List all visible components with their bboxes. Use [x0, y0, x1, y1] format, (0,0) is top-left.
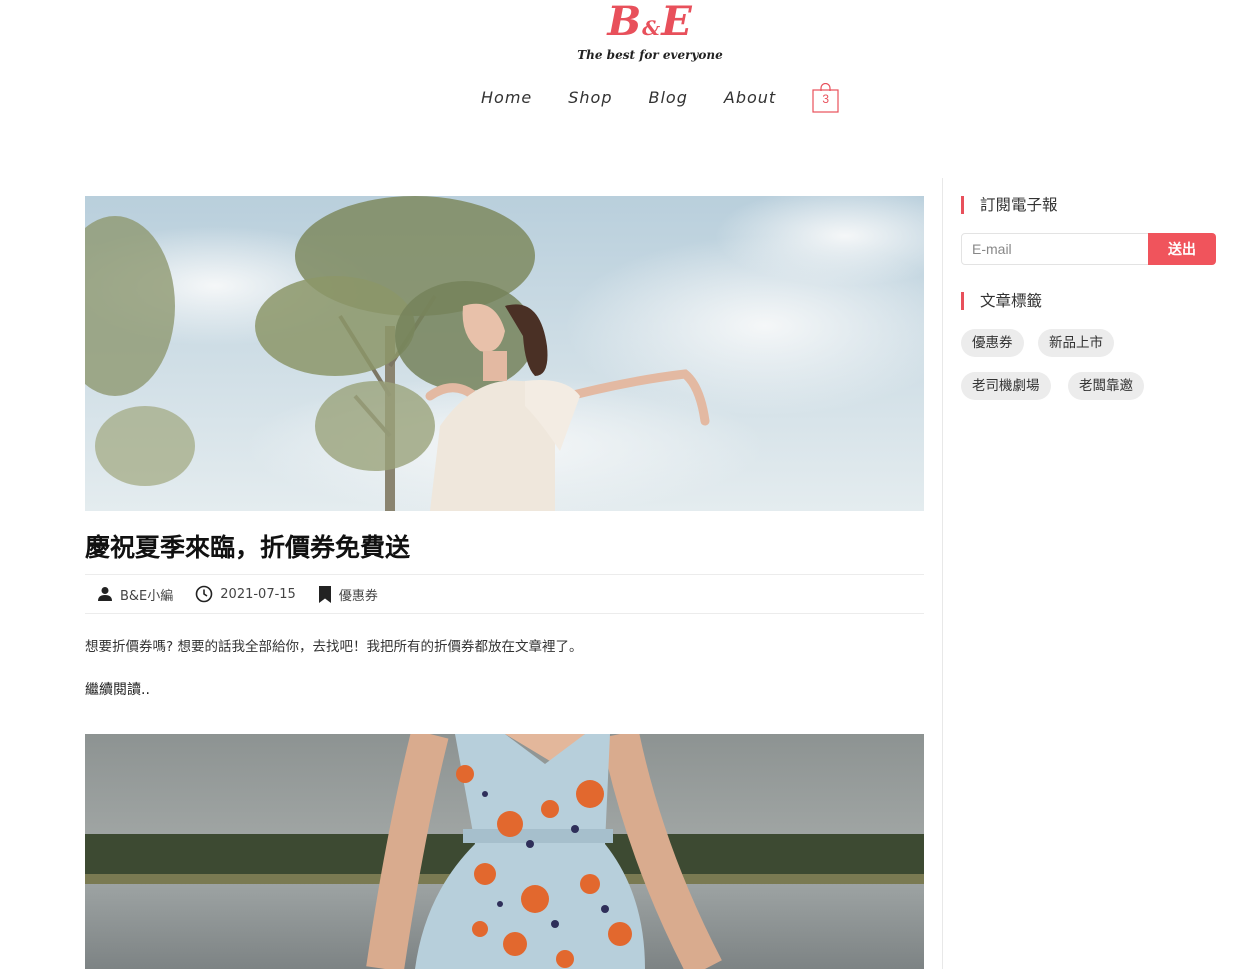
post-meta: B&E小編 2021-07-15 優惠券	[85, 574, 924, 614]
site-logo[interactable]: B&E	[0, 0, 1247, 50]
nav-item-home[interactable]: Home	[481, 88, 532, 107]
post-date: 2021-07-15	[195, 585, 296, 603]
post-featured-image[interactable]	[85, 196, 924, 511]
cart-count-badge: 3	[822, 92, 830, 106]
post-category[interactable]: 優惠券	[318, 585, 378, 604]
post-excerpt: 想要折價券嗎? 想要的話我全部給你，去找吧！我把所有的折價券都放在文章裡了。	[85, 639, 583, 655]
tag-new-arrivals[interactable]: 新品上市	[1038, 329, 1114, 357]
nav-item-shop[interactable]: Shop	[568, 88, 612, 107]
bookmark-icon	[318, 585, 331, 603]
tag-coupon[interactable]: 優惠券	[961, 329, 1024, 357]
site-tagline: The best for everyone	[577, 48, 723, 62]
post-author-name: B&E小編	[120, 588, 174, 604]
read-more-link[interactable]: 繼續閱讀..	[85, 679, 150, 699]
logo-wordmark: B&E	[607, 0, 693, 45]
tag-boss-complaints[interactable]: 老闆靠邀	[1068, 372, 1144, 400]
post-author[interactable]: B&E小編	[97, 585, 173, 604]
email-field[interactable]	[961, 233, 1149, 265]
woman-floral-dress-lake-image	[85, 734, 924, 969]
post-category-label: 優惠券	[338, 588, 378, 604]
cart-button[interactable]: 3	[812, 83, 839, 113]
nav-item-blog[interactable]: Blog	[649, 88, 688, 107]
tag-driver-theater[interactable]: 老司機劇場	[961, 372, 1051, 400]
newsletter-title: 訂閱電子報	[961, 196, 1058, 214]
post-title[interactable]: 慶祝夏季來臨，折價券免費送	[85, 528, 410, 564]
post-featured-image-2[interactable]	[85, 734, 924, 969]
user-icon	[98, 587, 112, 601]
woman-dancing-under-sky-image	[85, 196, 924, 511]
nav-item-about[interactable]: About	[724, 88, 776, 107]
submit-button[interactable]: 送出	[1148, 233, 1216, 265]
clock-icon	[195, 585, 213, 603]
tags-title: 文章標籤	[961, 292, 1042, 310]
post-date-text: 2021-07-15	[220, 586, 296, 602]
main-nav: Home Shop Blog About 3	[481, 83, 839, 113]
sidebar-divider	[942, 178, 943, 969]
